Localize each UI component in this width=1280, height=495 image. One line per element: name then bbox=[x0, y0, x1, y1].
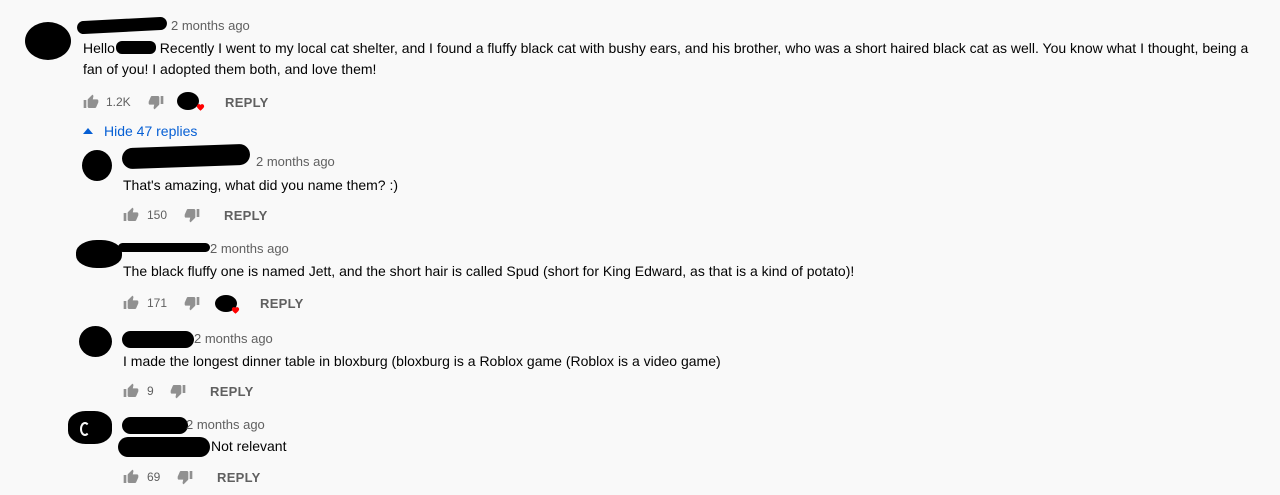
redacted-author-name bbox=[122, 417, 188, 434]
reply-text: The black fluffy one is named Jett, and … bbox=[123, 263, 855, 279]
like-count: 150 bbox=[147, 208, 168, 222]
reply-button[interactable]: REPLY bbox=[260, 296, 304, 311]
caret-up-icon bbox=[83, 128, 93, 134]
thumb-up-icon[interactable] bbox=[123, 383, 139, 399]
thumb-up-icon[interactable] bbox=[123, 207, 139, 223]
thumb-down-icon[interactable] bbox=[148, 94, 164, 110]
reply-time[interactable]: 2 months ago bbox=[194, 331, 273, 346]
hide-replies-label: Hide 47 replies bbox=[104, 123, 198, 139]
avatar[interactable] bbox=[76, 240, 122, 268]
redacted-author-name bbox=[76, 16, 168, 35]
reply-time[interactable]: 2 months ago bbox=[256, 154, 335, 169]
comment-text-rest: Recently I went to my local cat shelter,… bbox=[83, 40, 1249, 77]
reply-button[interactable]: REPLY bbox=[217, 470, 261, 485]
reply-text: Not relevant bbox=[211, 438, 287, 454]
reply-time[interactable]: 2 months ago bbox=[210, 241, 289, 256]
reply-button[interactable]: REPLY bbox=[210, 384, 254, 399]
like-count: 1.2K bbox=[106, 95, 131, 109]
reply-button[interactable]: REPLY bbox=[225, 95, 269, 110]
avatar[interactable] bbox=[82, 150, 112, 181]
heart-icon bbox=[196, 104, 205, 111]
thumb-up-icon[interactable] bbox=[83, 94, 99, 110]
thumb-down-icon[interactable] bbox=[184, 295, 200, 311]
redacted-author-name bbox=[122, 331, 194, 348]
comment-time[interactable]: 2 months ago bbox=[171, 18, 250, 33]
reply-time[interactable]: 2 months ago bbox=[186, 417, 265, 432]
reply-button[interactable]: REPLY bbox=[224, 208, 268, 223]
comment-text: Hello Recently I went to my local cat sh… bbox=[83, 38, 1268, 80]
avatar[interactable] bbox=[79, 326, 112, 357]
redacted-author-name bbox=[121, 143, 251, 170]
reply-text: I made the longest dinner table in bloxb… bbox=[123, 353, 721, 369]
avatar[interactable] bbox=[68, 411, 112, 444]
avatar-highlight bbox=[80, 422, 90, 436]
redacted-mention bbox=[118, 437, 210, 457]
thumb-down-icon[interactable] bbox=[177, 469, 193, 485]
comment-text-start: Hello bbox=[83, 40, 115, 56]
like-count: 69 bbox=[147, 470, 161, 484]
thumb-up-icon[interactable] bbox=[123, 469, 139, 485]
avatar[interactable] bbox=[25, 22, 71, 60]
like-count: 171 bbox=[147, 296, 168, 310]
redacted-author-name bbox=[118, 243, 210, 252]
like-count: 9 bbox=[147, 384, 154, 398]
redacted-name bbox=[115, 41, 156, 54]
reply-text: That's amazing, what did you name them? … bbox=[123, 177, 399, 193]
heart-icon bbox=[231, 307, 240, 314]
thumb-up-icon[interactable] bbox=[123, 295, 139, 311]
thumb-down-icon[interactable] bbox=[184, 207, 200, 223]
thumb-down-icon[interactable] bbox=[170, 383, 186, 399]
